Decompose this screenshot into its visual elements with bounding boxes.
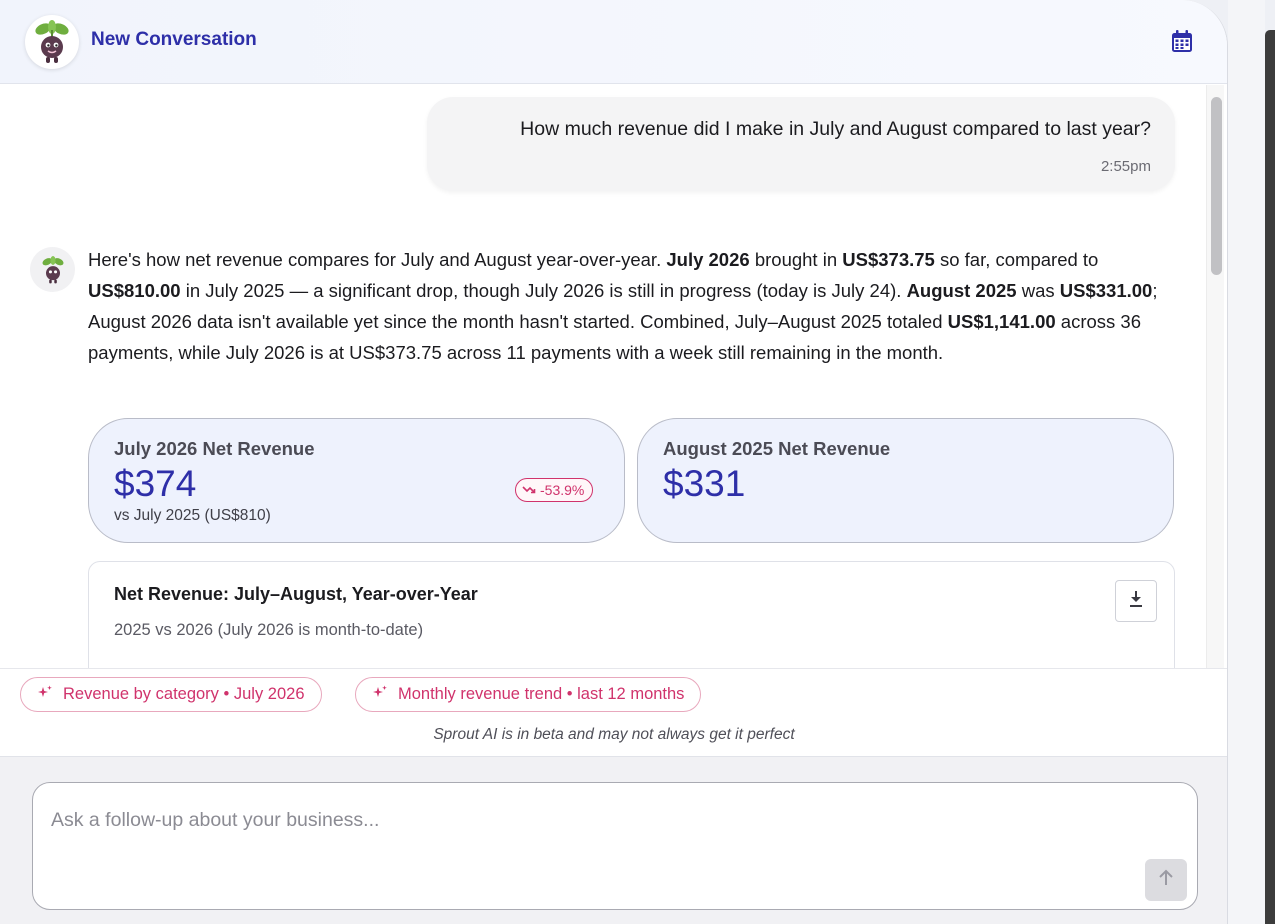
emphasis-text: US$373.75 xyxy=(842,249,935,270)
page-scrollbar[interactable] xyxy=(1265,30,1275,924)
metric-card-august-2025: August 2025 Net Revenue $331 xyxy=(637,418,1174,543)
suggestion-label: Revenue by category • July 2026 xyxy=(63,685,305,703)
download-icon xyxy=(1128,590,1144,613)
chat-header: New Conversation xyxy=(0,0,1227,84)
change-badge: -53.9% xyxy=(515,478,594,502)
message-text-segment: Here's how net revenue compares for July… xyxy=(88,249,667,270)
suggestion-chip-monthly-trend[interactable]: Monthly revenue trend • last 12 months xyxy=(355,677,702,712)
assistant-avatar-icon xyxy=(30,247,75,292)
user-message-bubble: How much revenue did I make in July and … xyxy=(427,97,1175,191)
chat-panel: New Conversation How much revenue did I … xyxy=(0,0,1228,924)
suggestion-chip-revenue-by-category[interactable]: Revenue by category • July 2026 xyxy=(20,677,322,712)
assistant-message-text: Here's how net revenue compares for July… xyxy=(88,244,1178,368)
beta-disclaimer: Sprout AI is in beta and may not always … xyxy=(433,726,795,743)
emphasis-text: US$331.00 xyxy=(1059,280,1153,301)
chart-subtitle: 2025 vs 2026 (July 2026 is month-to-date… xyxy=(114,621,424,639)
message-text-segment: brought in xyxy=(749,249,843,270)
sparkle-icon xyxy=(372,684,388,705)
metric-card-july-2026: July 2026 Net Revenue $374 vs July 2025 … xyxy=(88,418,625,543)
follow-up-input[interactable] xyxy=(51,809,1131,832)
suggestion-bar: Revenue by category • July 2026 Monthly … xyxy=(0,668,1227,757)
suggestion-label: Monthly revenue trend • last 12 months xyxy=(398,685,685,703)
composer-box[interactable] xyxy=(32,782,1198,910)
composer-area xyxy=(0,757,1227,924)
change-value: -53.9% xyxy=(540,482,585,498)
chart-title: Net Revenue: July–August, Year-over-Year xyxy=(114,584,478,604)
metric-label: July 2026 Net Revenue xyxy=(114,438,315,459)
message-list[interactable]: How much revenue did I make in July and … xyxy=(0,85,1227,668)
arrow-up-icon xyxy=(1156,868,1176,893)
emphasis-text: August 2025 xyxy=(906,280,1017,301)
user-message-text: How much revenue did I make in July and … xyxy=(520,118,1151,140)
conversation-title: New Conversation xyxy=(91,29,257,50)
send-button[interactable] xyxy=(1145,859,1187,901)
message-text-segment: was xyxy=(1016,280,1060,301)
metric-comparison: vs July 2025 (US$810) xyxy=(114,507,271,524)
trend-down-icon xyxy=(522,482,536,498)
message-timestamp: 2:55pm xyxy=(1100,158,1151,175)
metric-label: August 2025 Net Revenue xyxy=(663,438,891,459)
message-scrollbar-thumb[interactable] xyxy=(1211,97,1222,275)
sprout-mascot-icon xyxy=(25,15,79,69)
metric-value: $374 xyxy=(114,463,197,504)
metric-value: $331 xyxy=(663,463,746,504)
message-text-segment: in July 2025 — a significant drop, thoug… xyxy=(180,280,907,301)
emphasis-text: US$810.00 xyxy=(88,280,181,301)
page-background xyxy=(1228,0,1265,924)
emphasis-text: US$1,141.00 xyxy=(947,311,1056,332)
message-text-segment: so far, compared to xyxy=(934,249,1099,270)
calendar-icon[interactable] xyxy=(1170,29,1194,54)
emphasis-text: July 2026 xyxy=(666,249,750,270)
download-button[interactable] xyxy=(1115,580,1157,622)
chart-card: Net Revenue: July–August, Year-over-Year… xyxy=(88,561,1175,668)
sparkle-icon xyxy=(37,684,53,705)
